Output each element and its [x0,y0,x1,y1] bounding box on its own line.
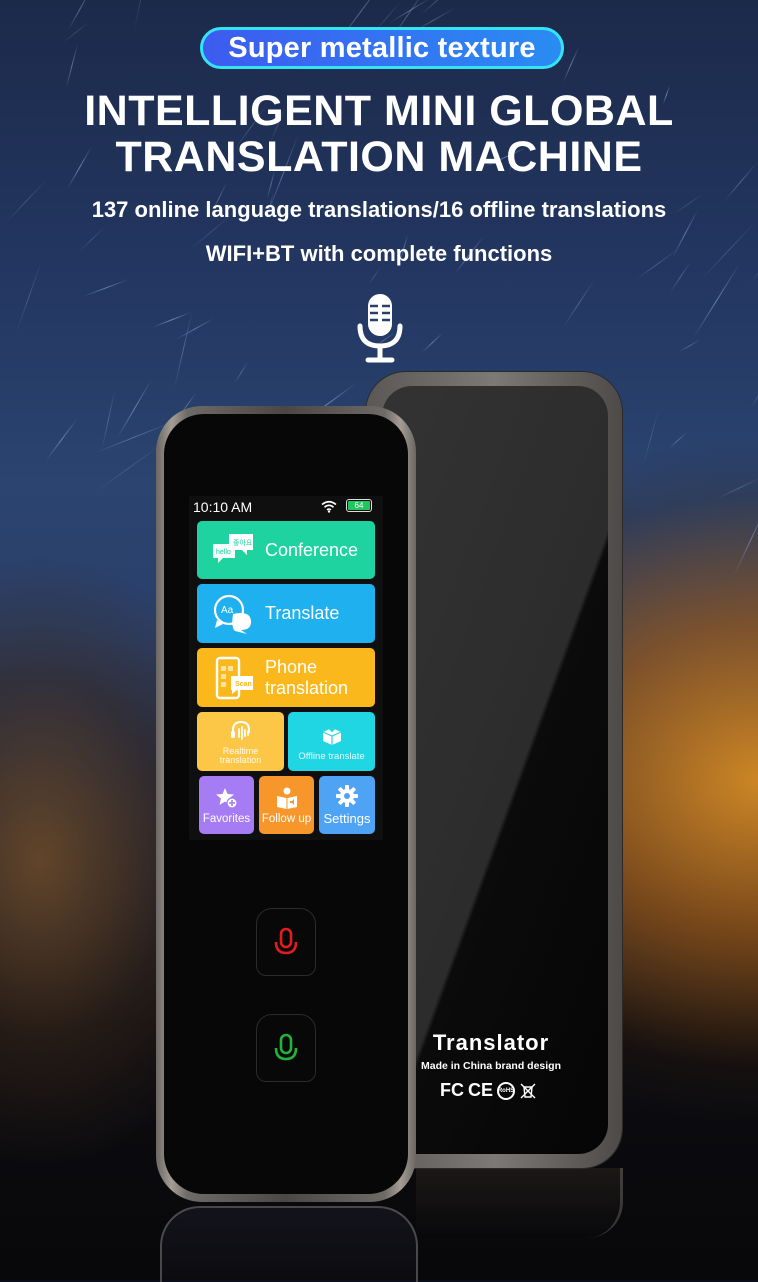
tile-realtime-translation[interactable]: Realtime translation [197,712,284,771]
headline: INTELLIGENT MINI GLOBAL TRANSLATION MACH… [0,88,758,180]
star-trail [15,259,43,334]
star-trail [173,309,194,390]
tile-settings[interactable]: Settings [319,776,375,834]
star-trail [151,311,192,329]
battery-level: 64 [348,501,370,510]
svg-text:좋아요: 좋아요 [233,538,253,547]
device-screen: 10:10 AM 64 hello 좋아요 Conference Aa Tran… [189,496,383,840]
star-trail [677,339,701,354]
star-trail [67,0,93,31]
star-trail [45,418,78,461]
reader-icon [276,787,297,809]
star-trail [124,0,183,2]
tile-favorites[interactable]: Favorites [199,776,254,834]
weee-bin-icon [520,1083,536,1098]
aa-bubble-icon: Aa [213,594,251,634]
tile-conference[interactable]: hello 좋아요 Conference [197,521,375,579]
star-trail [420,0,453,16]
back-device-reflection [416,1168,623,1238]
feature-pill-label: Super metallic texture [228,31,536,64]
headset-wave-icon [230,720,250,740]
tile-phone-label-line1: Phone [265,656,318,677]
tile-realtime-label-line2: translation [219,754,262,765]
back-made-in: Made in China brand design [420,1060,561,1072]
fcc-icon: FC [440,1080,464,1100]
chat-bubbles-icon: hello 좋아요 [213,534,253,563]
star-trail [133,0,152,32]
tile-offline-translate[interactable]: Offline translate [288,712,375,771]
star-trail [733,502,758,576]
star-trail [368,267,381,286]
star-trail [176,318,215,341]
star-trail [750,381,758,410]
tile-follow-up-label: Follow up [261,812,312,825]
tile-phone-translation[interactable]: Scan Phone translation [197,648,375,707]
microphone-icon [274,1033,298,1061]
tile-offline-label: Offline translate [298,751,365,762]
star-trail [562,46,580,83]
star-trail [562,279,596,328]
tile-conference-label: Conference [265,539,359,560]
status-bar: 10:10 AM 64 [189,496,383,518]
tile-phone-label-line2: translation [265,677,349,698]
rohs-icon: RoHS [497,1081,516,1100]
headline-line2: TRANSLATION MACHINE [115,133,643,181]
front-device-reflection [160,1206,418,1282]
star-trail [642,408,660,467]
star-trail [234,361,249,383]
star-trail [668,431,687,449]
tile-settings-label: Settings [323,811,371,826]
tile-favorites-label: Favorites [202,812,251,825]
star-trail [94,443,163,493]
battery-indicator: 64 [346,499,372,512]
star-trail [692,262,741,339]
mic-button-green[interactable] [256,1014,316,1082]
tile-phone-translation-label: Phone translation [265,657,348,699]
gear-icon [336,785,358,807]
star-trail [62,22,90,44]
star-plus-icon [215,787,238,809]
star-trail [116,379,153,440]
star-trail [101,389,115,450]
svg-text:hello: hello [216,549,231,556]
microphone-icon [274,927,298,955]
star-trail [82,279,129,298]
box-download-icon [322,723,341,745]
back-brand-title: Translator [432,1030,550,1055]
certification-marks: FC CE RoHS [440,1080,537,1101]
microphone-icon [357,294,403,363]
star-trail [65,43,79,89]
star-trail [716,476,758,499]
tile-translate-label: Translate [265,603,340,623]
svg-text:Aa: Aa [221,605,234,616]
headline-line1: INTELLIGENT MINI GLOBAL [84,87,674,135]
subtitle-connectivity: WIFI+BT with complete functions [205,241,553,266]
svg-text:Scan: Scan [235,681,252,688]
rohs-label: RoHS [497,1087,515,1094]
star-trail [421,332,443,353]
tile-translate[interactable]: Aa Translate [197,584,375,643]
mic-button-red[interactable] [256,908,316,976]
status-time: 10:10 AM [193,499,253,515]
feature-pill: Super metallic texture [200,27,564,69]
ce-icon: CE [468,1080,494,1100]
subtitle-languages: 137 online language translations/16 offl… [91,197,667,222]
wifi-icon [321,500,337,513]
phone-scan-icon: Scan [215,656,253,699]
tile-follow-up[interactable]: Follow up [259,776,314,834]
